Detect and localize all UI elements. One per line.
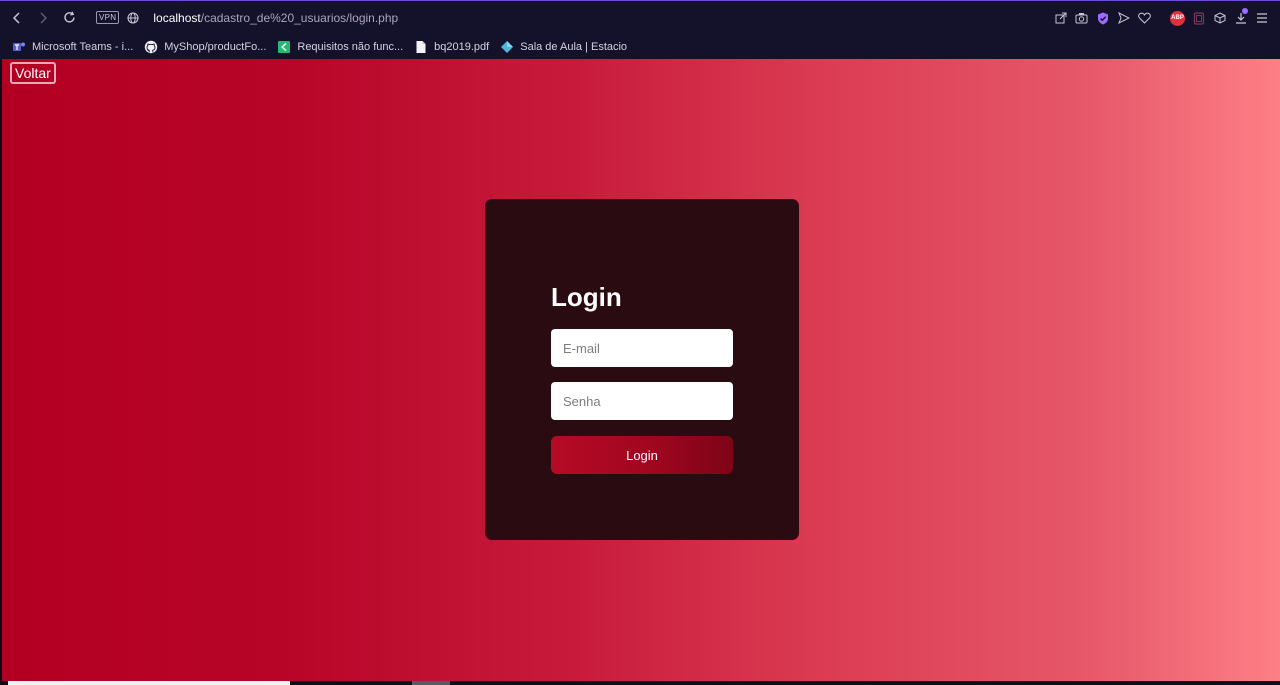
login-button[interactable]: Login [551, 436, 733, 474]
adblock-icon[interactable]: ABP [1167, 5, 1188, 31]
file-icon [414, 40, 428, 54]
page-background: Voltar Login Login [2, 59, 1280, 681]
browser-toolbar: VPN localhost/cadastro_de%20_usuarios/lo… [0, 0, 1280, 34]
back-button[interactable]: Voltar [10, 62, 56, 84]
shield-check-icon[interactable] [1092, 5, 1113, 31]
bookmark-item[interactable]: Sala de Aula | Estacio [500, 40, 627, 54]
bookmark-label: bq2019.pdf [434, 40, 490, 53]
email-field[interactable] [551, 329, 733, 367]
notification-dot [1242, 8, 1248, 14]
bookmark-label: Requisitos não func... [297, 40, 404, 53]
download-icon[interactable] [1230, 5, 1251, 31]
github-icon [144, 40, 158, 54]
back-arrow-icon[interactable] [4, 5, 30, 31]
heart-icon[interactable] [1134, 5, 1155, 31]
adblock-label: ABP [1170, 10, 1185, 26]
login-card: Login Login [485, 199, 799, 540]
send-icon[interactable] [1113, 5, 1134, 31]
bookmark-label: Microsoft Teams - i... [32, 40, 134, 53]
teams-icon [12, 40, 26, 54]
globe-icon[interactable] [123, 5, 143, 31]
password-field[interactable] [551, 382, 733, 420]
extension-icon[interactable] [1188, 5, 1209, 31]
bookmark-item[interactable]: Microsoft Teams - i... [12, 40, 133, 54]
reload-icon[interactable] [56, 5, 82, 31]
camera-icon[interactable] [1071, 5, 1092, 31]
cube-icon[interactable] [1209, 5, 1230, 31]
bookmarks-bar: Microsoft Teams - i... MyShop/productFo.… [0, 34, 1280, 59]
nav-buttons [4, 5, 82, 31]
toolbar-actions: ABP [1050, 5, 1272, 31]
vpn-badge[interactable]: VPN [96, 11, 120, 24]
bookmark-label: Sala de Aula | Estacio [520, 40, 628, 53]
bookmark-item[interactable]: MyShop/productFo... [144, 40, 266, 54]
menu-icon[interactable] [1251, 5, 1272, 31]
taskbar-segment [8, 681, 290, 685]
bookmark-item[interactable]: bq2019.pdf [414, 40, 489, 54]
login-title: Login [551, 282, 622, 312]
address-bar[interactable]: localhost/cadastro_de%20_usuarios/login.… [153, 11, 398, 25]
url-host: localhost [153, 10, 201, 25]
bookmark-item[interactable]: Requisitos não func... [277, 40, 403, 54]
spreadsheet-icon [277, 40, 291, 54]
share-icon[interactable] [1050, 5, 1071, 31]
taskbar-strip [0, 681, 1280, 685]
forward-arrow-icon[interactable] [30, 5, 56, 31]
separator [1155, 5, 1167, 31]
diamond-icon [500, 40, 514, 54]
bookmark-label: MyShop/productFo... [164, 40, 267, 53]
url-path: /cadastro_de%20_usuarios/login.php [200, 10, 399, 25]
taskbar-segment [412, 681, 450, 685]
